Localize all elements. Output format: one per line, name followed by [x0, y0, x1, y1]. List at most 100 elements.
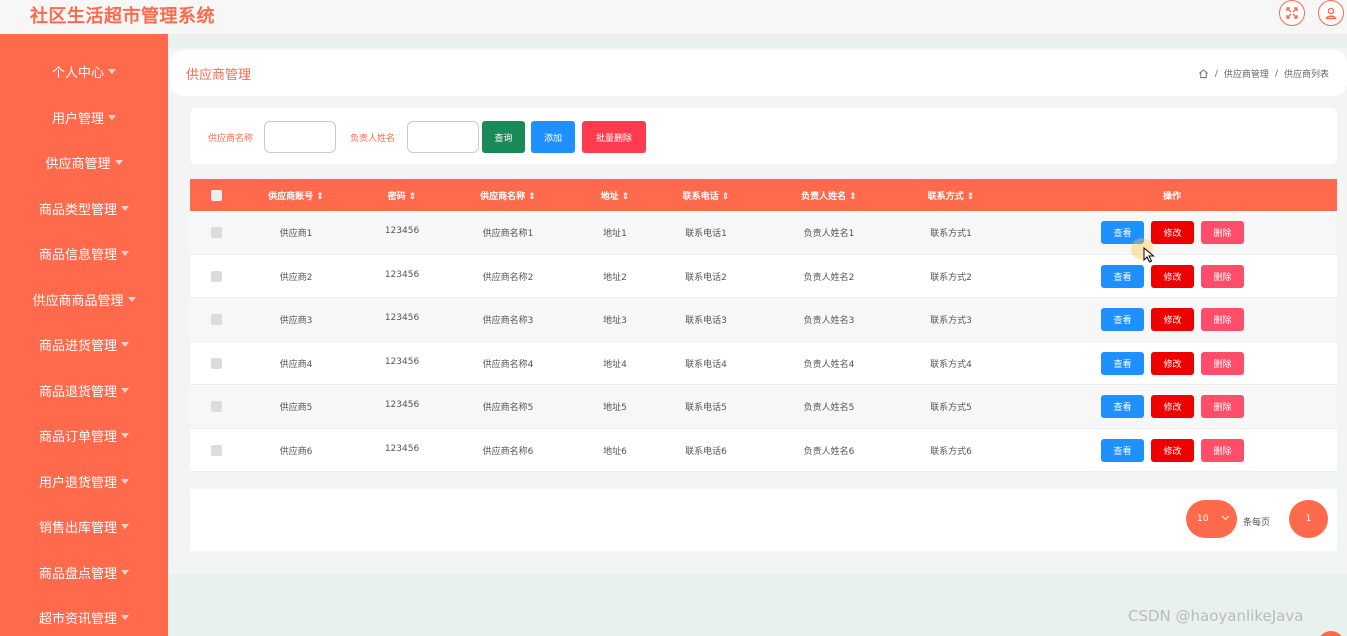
page-number-button[interactable]: 1: [1289, 500, 1328, 538]
table-cell: 供应商3: [279, 316, 313, 326]
sidebar-item-label: 销售出库管理: [38, 521, 117, 536]
row-checkbox[interactable]: [211, 357, 222, 369]
user-icon[interactable]: [1318, 0, 1344, 26]
table-cell: 负责人姓名6: [803, 446, 855, 457]
view-button[interactable]: 查看: [1101, 308, 1144, 331]
table-cell: 负责人姓名2: [803, 272, 855, 283]
sidebar-item-label: 商品类型管理: [38, 202, 117, 218]
sort-icon[interactable]: ⇕: [313, 192, 324, 202]
supplier-name-input[interactable]: [264, 121, 336, 153]
table-cell: 负责人姓名3: [803, 316, 855, 326]
table-cell: 联系电话1: [685, 229, 727, 239]
column-header[interactable]: 联系方式 ⇕: [928, 189, 975, 202]
table-cell: 供应商名称6: [482, 446, 534, 457]
sort-icon[interactable]: ⇕: [619, 192, 630, 202]
table-row: 供应商5 123456 供应商名称5 地址5 联系电话5 负责人姓名5 联系方式5 查看 修改删…: [190, 385, 1337, 429]
table-cell: 负责人姓名4: [803, 359, 855, 370]
table-cell: 供应商名称5: [482, 403, 534, 413]
sidebar-item[interactable]: 商品盘点管理: [0, 550, 168, 595]
delete-button[interactable]: 删除: [1201, 264, 1244, 288]
table-header: 供应商账号 ⇕ 密码 ⇕ 供应商名称 ⇕ 地址 ⇕ 联系电话 ⇕ 负责人姓名 ⇕ 联系方式 …: [190, 179, 1337, 211]
select-all-checkbox[interactable]: [211, 190, 222, 201]
sidebar-item[interactable]: 用户管理: [0, 95, 168, 140]
sidebar-item[interactable]: 供应商商品管理: [0, 277, 168, 322]
sidebar-item[interactable]: 用户退货管理: [0, 459, 168, 504]
sort-icon[interactable]: ⇕: [846, 192, 857, 202]
actions-column-header: 操作: [1162, 192, 1182, 202]
main-area: 供应商管理 / 供应商管理 / 供应商列表 供应商名称 负责人姓名 查询 添加 …: [168, 34, 1347, 636]
chevron-down-icon: [1221, 512, 1230, 521]
sidebar-item[interactable]: 销售出库管理: [0, 504, 168, 549]
column-header[interactable]: 供应商账号 ⇕: [268, 189, 324, 202]
page-size-select[interactable]: 10: [1186, 500, 1237, 538]
edit-button[interactable]: 修改: [1151, 351, 1194, 375]
edit-button[interactable]: 修改: [1151, 221, 1194, 244]
table-cell: 联系方式1: [930, 229, 972, 239]
sidebar-item[interactable]: 商品进货管理: [0, 322, 168, 367]
table-cell: 供应商名称2: [482, 272, 534, 283]
edit-button[interactable]: 修改: [1151, 438, 1194, 462]
fullscreen-icon[interactable]: [1279, 0, 1305, 26]
delete-button[interactable]: 删除: [1201, 308, 1244, 331]
sidebar-item-label: 用户管理: [51, 111, 104, 127]
delete-button[interactable]: 删除: [1201, 351, 1244, 375]
table-cell: 供应商1: [279, 229, 313, 239]
delete-button[interactable]: 删除: [1201, 438, 1244, 462]
table-cell: 负责人姓名5: [803, 403, 855, 413]
view-button[interactable]: 查看: [1101, 438, 1144, 462]
batch-delete-button[interactable]: 批量删除: [582, 121, 646, 153]
edit-button[interactable]: 修改: [1151, 264, 1194, 288]
table-cell: 地址2: [603, 272, 627, 283]
sidebar-item[interactable]: 商品退货管理: [0, 368, 168, 413]
sort-icon[interactable]: ⇕: [719, 192, 730, 202]
column-header[interactable]: 联系电话 ⇕: [683, 189, 730, 202]
table-cell: 供应商4: [279, 359, 313, 370]
row-checkbox[interactable]: [211, 314, 222, 325]
sidebar-item[interactable]: 商品订单管理: [0, 413, 168, 458]
sidebar-item[interactable]: 超市资讯管理: [0, 595, 168, 636]
row-checkbox[interactable]: [211, 227, 222, 238]
table-cell: 负责人姓名1: [803, 229, 855, 239]
table-cell: 联系电话5: [685, 403, 727, 413]
edit-button[interactable]: 修改: [1151, 308, 1194, 331]
row-checkbox[interactable]: [211, 444, 222, 456]
view-button[interactable]: 查看: [1101, 351, 1144, 375]
column-header-label: 联系方式: [927, 192, 964, 202]
row-checkbox[interactable]: [211, 270, 222, 282]
table-cell: 123456: [384, 356, 420, 367]
owner-name-label: 负责人姓名: [350, 134, 396, 144]
owner-name-input[interactable]: [407, 121, 479, 153]
delete-button[interactable]: 删除: [1201, 221, 1244, 244]
home-icon[interactable]: [1198, 68, 1209, 79]
sidebar-item[interactable]: 供应商管理: [0, 140, 168, 185]
content-panel: 供应商管理 / 供应商管理 / 供应商列表 供应商名称 负责人姓名 查询 添加 …: [168, 48, 1347, 574]
table-cell: 地址1: [603, 229, 627, 239]
sort-icon[interactable]: ⇕: [964, 192, 975, 202]
caret-down-icon: [127, 296, 136, 302]
add-button[interactable]: 添加: [531, 121, 575, 153]
query-button[interactable]: 查询: [482, 121, 525, 153]
breadcrumb-item-supplier-management[interactable]: 供应商管理: [1224, 67, 1269, 80]
table-cell: 123456: [384, 226, 420, 236]
sidebar-item[interactable]: 商品类型管理: [0, 186, 168, 231]
sort-icon[interactable]: ⇕: [525, 192, 536, 202]
delete-button[interactable]: 删除: [1201, 395, 1244, 418]
sort-icon[interactable]: ⇕: [406, 192, 417, 202]
sidebar-item-label: 供应商管理: [45, 157, 111, 172]
column-header-label: 供应商名称: [480, 192, 526, 202]
row-checkbox[interactable]: [211, 401, 222, 412]
view-button[interactable]: 查看: [1101, 395, 1144, 418]
sidebar-item[interactable]: 商品信息管理: [0, 231, 168, 276]
edit-button[interactable]: 修改: [1151, 395, 1194, 418]
caret-down-icon: [121, 387, 129, 393]
mouse-cursor-icon: [1143, 247, 1155, 263]
sidebar-item[interactable]: 个人中心: [0, 49, 168, 94]
view-button[interactable]: 查看: [1101, 264, 1144, 288]
column-header[interactable]: 负责人姓名 ⇕: [801, 189, 857, 202]
table-cell: 地址5: [603, 403, 627, 413]
column-header[interactable]: 地址 ⇕: [601, 189, 630, 202]
sidebar-item-label: 商品退货管理: [38, 384, 117, 400]
column-header[interactable]: 密码 ⇕: [388, 189, 417, 202]
sidebar-item-label: 商品盘点管理: [38, 566, 117, 582]
column-header[interactable]: 供应商名称 ⇕: [480, 189, 536, 202]
